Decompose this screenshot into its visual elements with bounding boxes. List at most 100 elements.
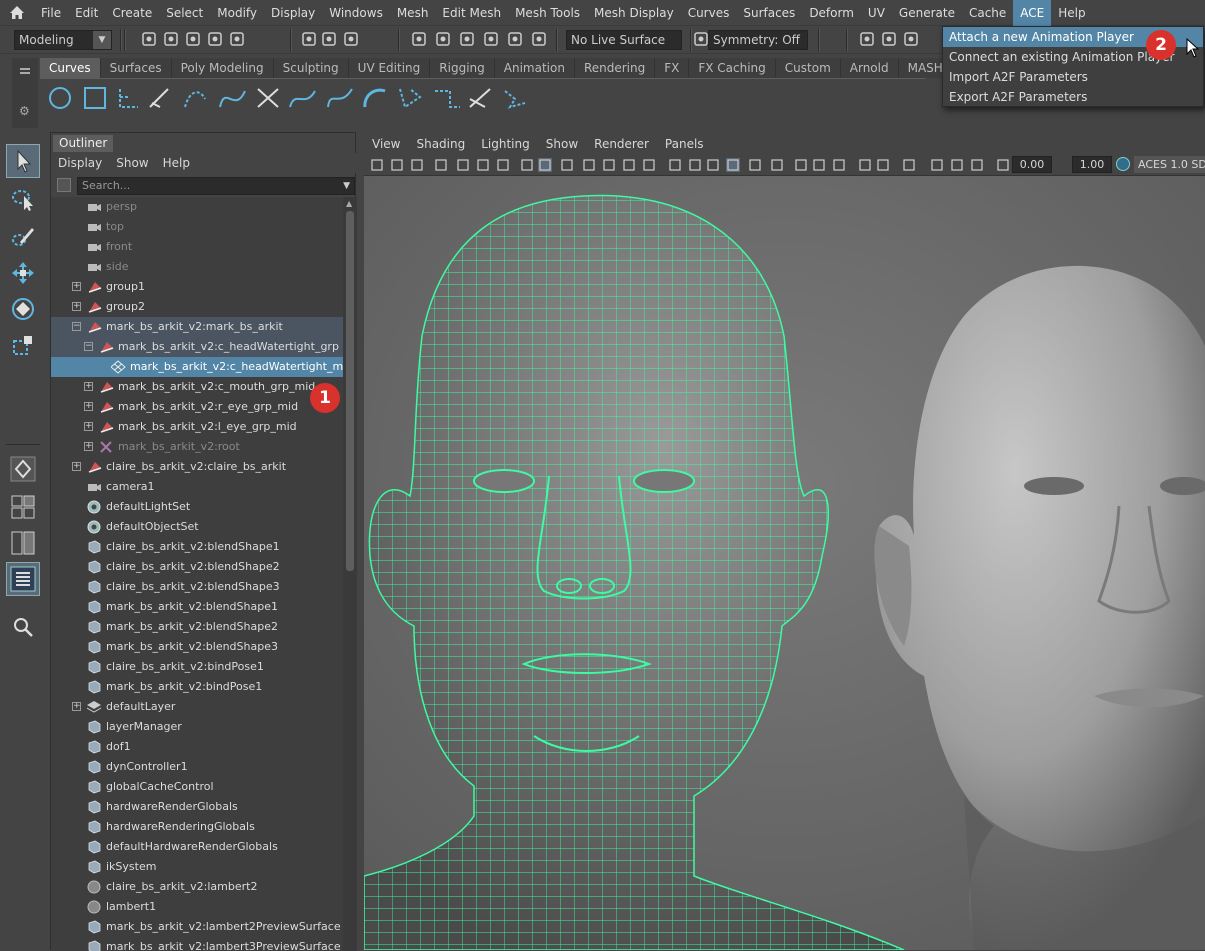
menu-surfaces[interactable]: Surfaces: [736, 0, 802, 26]
viewport-menu-renderer[interactable]: Renderer: [586, 134, 657, 154]
shelf-tool-icons[interactable]: [40, 79, 540, 129]
shelf-tab-arnold[interactable]: Arnold: [840, 58, 899, 78]
outliner-row[interactable]: − mark_bs_arkit_v2:c_headWatertight_grp: [51, 337, 343, 357]
menu-display[interactable]: Display: [264, 0, 322, 26]
outliner-row[interactable]: top: [51, 217, 343, 237]
chevron-down-icon[interactable]: ▼: [343, 178, 350, 194]
viewport-menu-show[interactable]: Show: [538, 134, 586, 154]
outliner-row[interactable]: camera1: [51, 477, 343, 497]
outliner-row[interactable]: claire_bs_arkit_v2:lambert2: [51, 877, 343, 897]
viewport-menu-panels[interactable]: Panels: [657, 134, 712, 154]
value-field-2[interactable]: 1.00: [1072, 156, 1112, 173]
outliner-row[interactable]: defaultLightSet: [51, 497, 343, 517]
colorspace-dropdown[interactable]: ACES 1.0 SDR: [1134, 156, 1205, 173]
menu-edit-mesh[interactable]: Edit Mesh: [435, 0, 508, 26]
outliner-row[interactable]: + mark_bs_arkit_v2:root: [51, 437, 343, 457]
outliner-row[interactable]: mark_bs_arkit_v2:lambert3PreviewSurface: [51, 937, 343, 951]
outliner-row[interactable]: mark_bs_arkit_v2:blendShape3: [51, 637, 343, 657]
expand-icon[interactable]: +: [84, 402, 93, 411]
menu-select[interactable]: Select: [159, 0, 210, 26]
outliner-title[interactable]: Outliner: [53, 135, 113, 152]
snap-grid-icon[interactable]: [410, 30, 430, 50]
undo-icon[interactable]: [206, 30, 226, 50]
outliner-row[interactable]: claire_bs_arkit_v2:blendShape1: [51, 537, 343, 557]
viewport-menu-lighting[interactable]: Lighting: [473, 134, 538, 154]
outliner-row[interactable]: + mark_bs_arkit_v2:r_eye_grp_mid: [51, 397, 343, 417]
outliner-row[interactable]: hardwareRenderGlobals: [51, 797, 343, 817]
menu-modify[interactable]: Modify: [210, 0, 264, 26]
menu-cache[interactable]: Cache: [962, 0, 1013, 26]
snap-curve-icon[interactable]: [434, 30, 454, 50]
move-tool-icon[interactable]: [6, 256, 40, 290]
outliner-menu-show[interactable]: Show: [109, 153, 155, 173]
render-icon[interactable]: [858, 30, 878, 50]
ipr-render-icon[interactable]: [880, 30, 900, 50]
select-object-icon[interactable]: [320, 30, 340, 50]
shelf-tab-fx[interactable]: FX: [655, 58, 690, 78]
outliner-row[interactable]: + mark_bs_arkit_v2:l_eye_grp_mid: [51, 417, 343, 437]
shelf-tab-uv-editing[interactable]: UV Editing: [348, 58, 431, 78]
outliner-row[interactable]: claire_bs_arkit_v2:bindPose1: [51, 657, 343, 677]
snap-view-icon[interactable]: [506, 30, 526, 50]
shelf-tab-poly-modeling[interactable]: Poly Modeling: [171, 58, 274, 78]
menu-mesh-display[interactable]: Mesh Display: [587, 0, 681, 26]
outliner-row[interactable]: + mark_bs_arkit_v2:c_mouth_grp_mid: [51, 377, 343, 397]
filter-icon[interactable]: [57, 178, 71, 192]
live-surface-field[interactable]: No Live Surface: [566, 30, 682, 50]
layout-single-icon[interactable]: [6, 452, 40, 486]
menu-generate[interactable]: Generate: [892, 0, 962, 26]
outliner-layout-icon[interactable]: [6, 562, 40, 596]
layout-four-icon[interactable]: [6, 490, 40, 524]
outliner-row[interactable]: side: [51, 257, 343, 277]
outliner-row[interactable]: defaultObjectSet: [51, 517, 343, 537]
viewport-menu-shading[interactable]: Shading: [408, 134, 473, 154]
viewport-menu-view[interactable]: View: [364, 134, 408, 154]
outliner-row[interactable]: layerManager: [51, 717, 343, 737]
expand-icon[interactable]: +: [84, 442, 93, 451]
shelf-tab-animation[interactable]: Animation: [494, 58, 575, 78]
outliner-search-input[interactable]: Search... ▼: [77, 177, 355, 195]
color-management-icon[interactable]: [1116, 157, 1130, 171]
value-field-1[interactable]: 0.00: [1012, 156, 1052, 173]
open-scene-icon[interactable]: [162, 30, 182, 50]
outliner-row[interactable]: globalCacheControl: [51, 777, 343, 797]
outliner-row[interactable]: − mark_bs_arkit_v2:mark_bs_arkit: [51, 317, 343, 337]
outliner-row[interactable]: front: [51, 237, 343, 257]
outliner-row[interactable]: hardwareRenderingGlobals: [51, 817, 343, 837]
outliner-row[interactable]: mark_bs_arkit_v2:lambert2PreviewSurface: [51, 917, 343, 937]
menu-curves[interactable]: Curves: [681, 0, 737, 26]
outliner-scrollbar[interactable]: ▲: [343, 197, 357, 951]
outliner-row[interactable]: dynController1: [51, 757, 343, 777]
outliner-row[interactable]: mark_bs_arkit_v2:c_headWatertight_mid: [51, 357, 343, 377]
rotate-tool-icon[interactable]: [6, 292, 40, 326]
chevron-down-icon[interactable]: [692, 30, 712, 50]
outliner-row[interactable]: + group2: [51, 297, 343, 317]
shelf-tab-custom[interactable]: Custom: [775, 58, 841, 78]
menu-help[interactable]: Help: [1051, 0, 1092, 26]
select-hierarchy-icon[interactable]: [300, 30, 320, 50]
home-icon[interactable]: [0, 0, 34, 26]
save-scene-icon[interactable]: [184, 30, 204, 50]
make-live-icon[interactable]: [530, 30, 550, 50]
expand-icon[interactable]: +: [72, 282, 81, 291]
ace-menu-item-import-a2f-parameters[interactable]: Import A2F Parameters: [943, 67, 1203, 87]
scale-tool-icon[interactable]: [6, 328, 40, 362]
expand-icon[interactable]: +: [72, 302, 81, 311]
expand-icon[interactable]: +: [72, 702, 81, 711]
expand-icon[interactable]: +: [72, 462, 81, 471]
redo-icon[interactable]: [228, 30, 248, 50]
menu-mesh-tools[interactable]: Mesh Tools: [508, 0, 587, 26]
snap-point-icon[interactable]: [458, 30, 478, 50]
menu-deform[interactable]: Deform: [802, 0, 861, 26]
gear-icon[interactable]: ⚙: [19, 104, 30, 118]
snap-surface-icon[interactable]: [482, 30, 502, 50]
shelf-tab-curves[interactable]: Curves: [40, 58, 101, 78]
outliner-row[interactable]: lambert1: [51, 897, 343, 917]
outliner-row[interactable]: + defaultLayer: [51, 697, 343, 717]
expand-icon[interactable]: +: [84, 382, 93, 391]
3d-scene[interactable]: [364, 176, 1205, 950]
menu-create[interactable]: Create: [105, 0, 159, 26]
workspace-dropdown[interactable]: Modeling ▼: [14, 30, 112, 50]
collapse-icon[interactable]: −: [72, 322, 81, 331]
shelf-tab-rendering[interactable]: Rendering: [574, 58, 656, 78]
